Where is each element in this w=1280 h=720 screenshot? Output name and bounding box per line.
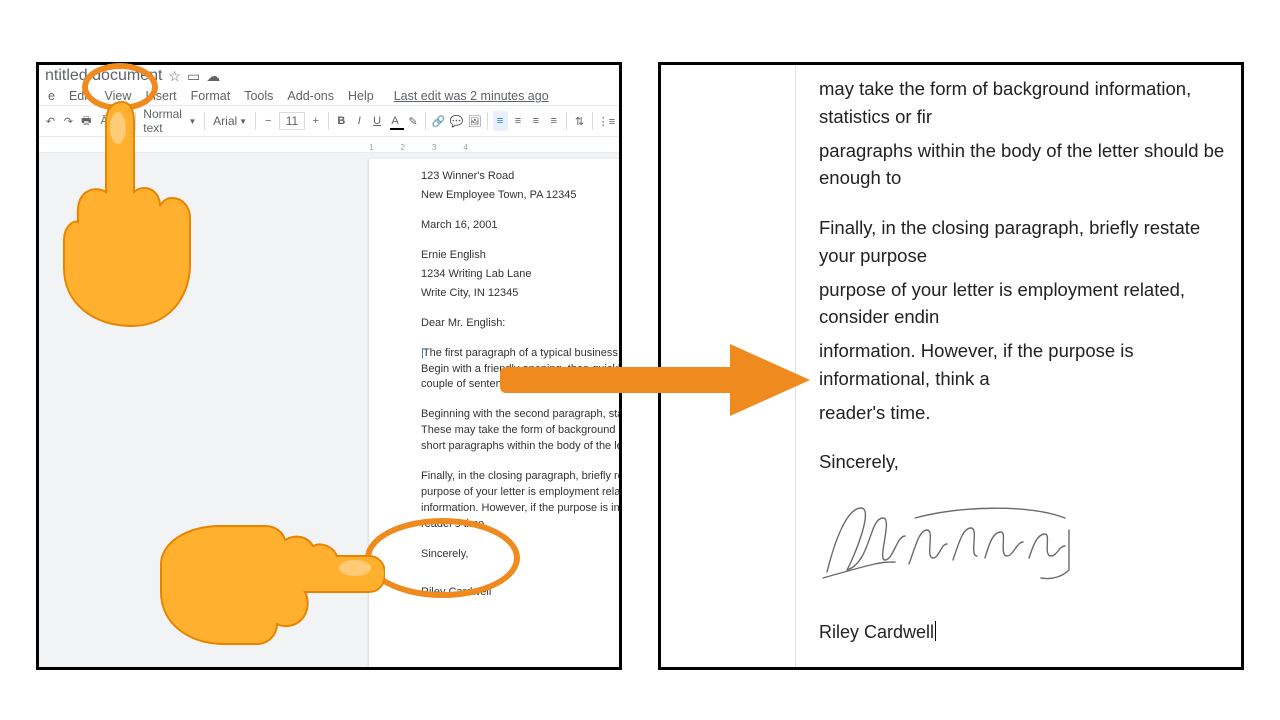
- sender-addr-2: New Employee Town, PA 12345: [421, 188, 619, 204]
- menu-tools[interactable]: Tools: [239, 87, 278, 105]
- recipient-name: Ernie English: [421, 248, 619, 264]
- closing: Sincerely,: [421, 547, 619, 563]
- right-panel: may take the form of background informat…: [658, 62, 1244, 670]
- ruler-tick: 4: [463, 143, 467, 152]
- document-page[interactable]: 123 Winner's Road New Employee Town, PA …: [369, 159, 619, 667]
- style-dropdown[interactable]: Normal text ▼: [140, 107, 199, 135]
- result-sig-name: Riley Cardwell: [819, 619, 1241, 646]
- menu-insert[interactable]: Insert: [140, 87, 181, 105]
- paint-format-icon[interactable]: ⟆: [115, 111, 130, 131]
- bold-icon[interactable]: B: [334, 111, 349, 131]
- para-2: Beginning with the second paragraph, sta…: [421, 407, 619, 455]
- insert-image-icon[interactable]: 🖼: [467, 111, 482, 131]
- text-color-icon[interactable]: A: [388, 111, 403, 131]
- text-cursor-icon: [935, 621, 936, 641]
- ruler-tick: 1: [369, 143, 373, 152]
- chevron-down-icon: ▼: [239, 117, 247, 126]
- result-line: Finally, in the closing paragraph, brief…: [819, 214, 1241, 270]
- result-line: may take the form of background informat…: [819, 75, 1241, 131]
- spellcheck-icon[interactable]: Ā: [97, 111, 112, 131]
- doc-title[interactable]: ntitled document: [43, 67, 162, 85]
- menu-addons[interactable]: Add-ons: [282, 87, 339, 105]
- letter-date: March 16, 2001: [421, 218, 619, 234]
- redo-icon[interactable]: ↷: [61, 111, 76, 131]
- menu-edit[interactable]: Edit: [64, 87, 96, 105]
- cloud-status-icon: ☁: [206, 68, 220, 85]
- highlight-icon[interactable]: ✎: [406, 111, 421, 131]
- separator: [135, 112, 136, 130]
- recipient-addr-2: Write City, IN 12345: [421, 286, 619, 302]
- doc-canvas: 1 2 3 4 123 Winner's Road New Employee T…: [39, 139, 619, 667]
- print-icon[interactable]: 🖶: [79, 111, 94, 131]
- chevron-down-icon: ▼: [188, 117, 196, 126]
- menu-bar: e Edit View Insert Format Tools Add-ons …: [39, 85, 619, 105]
- ruler-tick: 3: [432, 143, 436, 152]
- sender-addr-1: 123 Winner's Road: [421, 169, 619, 185]
- result-line: reader's time.: [819, 399, 1241, 427]
- font-size-input[interactable]: 11: [279, 112, 305, 130]
- title-bar: ntitled document ☆ ▭ ☁: [39, 65, 619, 85]
- fontsize-plus-icon[interactable]: +: [308, 111, 323, 131]
- toolbar: ↶ ↷ 🖶 Ā ⟆ Normal text ▼ Arial ▼ − 11 + B…: [39, 105, 619, 137]
- comment-icon[interactable]: 💬: [449, 111, 464, 131]
- fontsize-minus-icon[interactable]: −: [261, 111, 276, 131]
- result-line: information. However, if the purpose is …: [819, 337, 1241, 393]
- menu-format[interactable]: Format: [186, 87, 236, 105]
- ruler-tick: 2: [400, 143, 404, 152]
- page-margin-line: [795, 65, 796, 667]
- salutation: Dear Mr. English:: [421, 316, 619, 332]
- align-center-icon[interactable]: ≡: [511, 111, 526, 131]
- bulleted-list-icon[interactable]: ⋮≡: [598, 111, 615, 131]
- separator: [566, 112, 567, 130]
- style-dropdown-label: Normal text: [143, 107, 186, 135]
- separator: [425, 112, 426, 130]
- ruler: 1 2 3 4: [39, 139, 619, 153]
- line-spacing-icon[interactable]: ⇅: [572, 111, 587, 131]
- underline-icon[interactable]: U: [370, 111, 385, 131]
- signature-image: [819, 500, 1089, 585]
- align-justify-icon[interactable]: ≡: [546, 111, 561, 131]
- align-right-icon[interactable]: ≡: [528, 111, 543, 131]
- menu-help[interactable]: Help: [343, 87, 379, 105]
- result-closing: Sincerely,: [819, 448, 1241, 476]
- result-document: may take the form of background informat…: [661, 65, 1241, 667]
- font-dropdown-label: Arial: [213, 114, 237, 128]
- separator: [204, 112, 205, 130]
- recipient-addr-1: 1234 Writing Lab Lane: [421, 267, 619, 283]
- align-left-icon[interactable]: ≡: [493, 111, 508, 131]
- undo-icon[interactable]: ↶: [43, 111, 58, 131]
- separator: [487, 112, 488, 130]
- left-panel: ntitled document ☆ ▭ ☁ e Edit View Inser…: [36, 62, 622, 670]
- para-3: Finally, in the closing paragraph, brief…: [421, 469, 619, 533]
- para-1: The first paragraph of a typical busines…: [421, 346, 619, 394]
- last-edit-link[interactable]: Last edit was 2 minutes ago: [389, 87, 554, 105]
- menu-file[interactable]: e: [43, 87, 60, 105]
- insert-link-icon[interactable]: 🔗: [431, 111, 446, 131]
- menu-view[interactable]: View: [100, 87, 137, 105]
- move-icon[interactable]: ▭: [187, 68, 200, 85]
- result-line: purpose of your letter is employment rel…: [819, 276, 1241, 332]
- italic-icon[interactable]: I: [352, 111, 367, 131]
- star-icon[interactable]: ☆: [168, 68, 181, 85]
- font-dropdown[interactable]: Arial ▼: [210, 114, 250, 128]
- result-line: paragraphs within the body of the letter…: [819, 137, 1241, 193]
- document-body[interactable]: 123 Winner's Road New Employee Town, PA …: [421, 169, 619, 601]
- separator: [592, 112, 593, 130]
- separator: [255, 112, 256, 130]
- separator: [328, 112, 329, 130]
- signature-name: Riley Cardwell: [421, 585, 619, 601]
